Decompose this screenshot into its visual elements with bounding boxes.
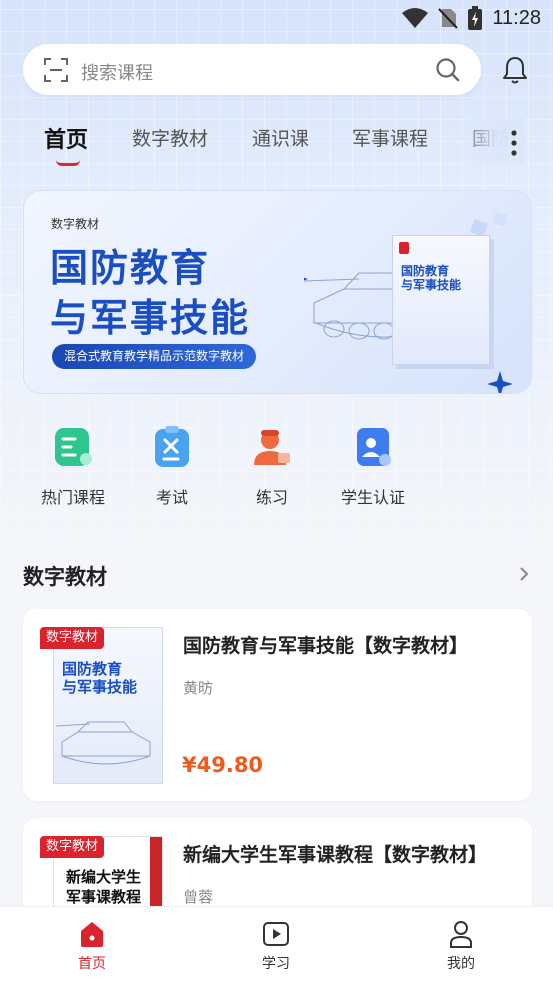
book-price: ¥49.80 [182,753,264,777]
nav-home[interactable]: 首页 [52,919,132,973]
banner-book-cover: 国防教育 与军事技能 [392,235,490,365]
quick-action-label: 考试 [155,488,188,507]
chevron-right-icon[interactable] [518,566,530,582]
active-tab-indicator [56,160,80,166]
digital-textbook-tag: 数字教材 [40,836,104,858]
quick-action-hot-courses[interactable]: 热门课程 [33,425,113,508]
publisher-logo-icon [399,242,409,254]
search-input[interactable]: 搜索课程 [81,59,153,85]
more-vertical-icon[interactable] [506,128,522,158]
book-author: 曾蓉 [183,888,214,906]
search-bar[interactable]: 搜索课程 [23,44,481,95]
quick-action-label: 热门课程 [40,488,105,507]
tab-digital-textbooks[interactable]: 数字教材 [132,124,208,151]
book-cover: 国防教育 与军事技能 [53,627,163,784]
book-cover-title: 新编大学生 军事课教程 [66,868,142,906]
nav-label: 我的 [447,956,475,972]
search-icon[interactable] [435,57,461,83]
book-title: 新编大学生军事课教程【数字教材】 [183,844,488,866]
nav-profile[interactable]: 我的 [421,919,501,973]
banner-title-line1: 国防教育 [50,246,211,290]
battery-icon [468,6,483,30]
nav-label: 学习 [262,956,290,972]
nav-study[interactable]: 学习 [236,919,316,973]
quick-action-label: 学生认证 [340,488,405,507]
scan-icon[interactable] [43,57,69,83]
book-author: 黄昉 [183,679,214,697]
tank-illustration [55,721,151,765]
quick-action-exam[interactable]: 考试 [132,425,212,508]
student-auth-icon [357,428,391,466]
wifi-icon [402,8,429,28]
book-card[interactable]: 国防教育 与军事技能 数字教材 国防教育与军事技能【数字教材】 黄昉 ¥49.80 [23,609,532,801]
book-title: 国防教育与军事技能【数字教材】 [183,635,469,657]
book-cover-title: 国防教育 与军事技能 [62,660,138,696]
home-icon [81,922,103,947]
profile-icon [450,921,472,948]
banner-title-line2: 与军事技能 [50,296,251,340]
quick-action-practice[interactable]: 练习 [232,425,312,508]
clock: 11:28 [492,6,541,29]
no-sim-icon [438,8,459,29]
banner-book-title: 国防教育 与军事技能 [401,264,462,292]
exam-icon [155,426,189,467]
banner-subtitle: 混合式教育教学精品示范数字教材 [52,344,257,369]
tab-general-courses[interactable]: 通识课 [252,124,309,151]
section-title: 数字教材 [23,565,107,589]
play-icon [263,922,289,946]
hot-courses-icon [55,428,92,466]
nav-label: 首页 [78,956,106,972]
promo-banner[interactable]: 数字教材 国防教育 与军事技能 混合式教育教学精品示范数字教材 国防教育 与军事技… [23,190,532,394]
tab-home[interactable]: 首页 [44,122,88,154]
digital-textbook-tag: 数字教材 [40,627,104,649]
bell-icon[interactable] [501,55,529,85]
bottom-nav: 首页 学习 我的 [0,906,553,983]
banner-kicker: 数字教材 [51,217,100,231]
tab-military-courses[interactable]: 军事课程 [352,124,428,151]
quick-action-label: 练习 [255,488,288,507]
status-bar: 11:28 [0,0,553,36]
practice-icon [254,430,290,465]
quick-action-student-auth[interactable]: 学生认证 [333,425,413,508]
